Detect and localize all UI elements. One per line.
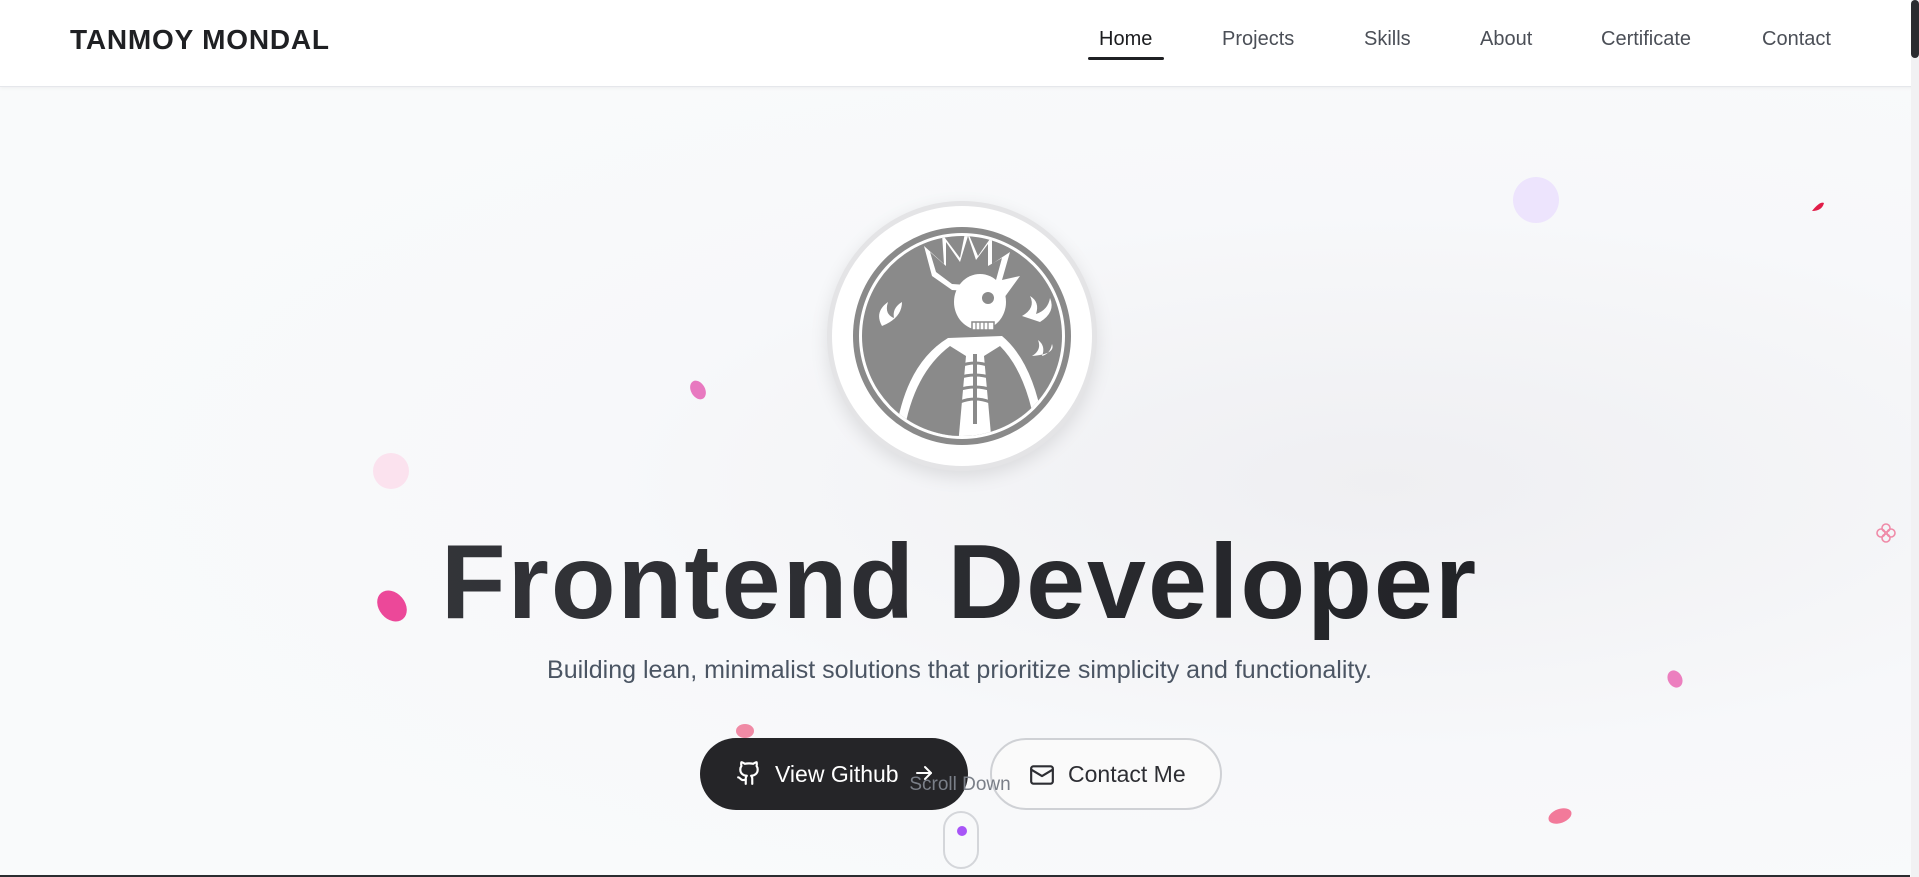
petal (1548, 808, 1572, 824)
nav-item-certificate[interactable]: Certificate (1601, 28, 1691, 60)
page-scrollbar[interactable] (1911, 0, 1919, 877)
petal (690, 380, 706, 400)
nav-item-projects[interactable]: Projects (1222, 28, 1294, 60)
scroll-mouse-icon[interactable] (943, 811, 979, 869)
petal (736, 724, 754, 738)
scroll-dot (957, 826, 967, 836)
contact-me-label: Contact Me (1068, 761, 1186, 787)
bubble-pink (373, 453, 409, 489)
bubble-purple (1513, 177, 1559, 223)
scrollbar-thumb[interactable] (1911, 0, 1919, 58)
nav-item-skills[interactable]: Skills (1364, 28, 1411, 60)
brand-logo[interactable]: TANMOY MONDAL (70, 24, 330, 56)
nav-item-contact[interactable]: Contact (1762, 28, 1831, 60)
github-icon (737, 761, 759, 785)
nav-item-home[interactable]: Home (1099, 28, 1152, 60)
petal (1812, 202, 1824, 211)
hero-tagline: Building lean, minimalist solutions that… (547, 656, 1372, 684)
page: TANMOY MONDAL Home Projects Skills About… (0, 0, 1919, 877)
skeleton-samurai-icon (853, 227, 1071, 445)
hero-headline: Frontend Developer (0, 522, 1919, 643)
navbar: TANMOY MONDAL Home Projects Skills About… (0, 0, 1919, 87)
scroll-down-hint: Scroll Down (909, 774, 1011, 795)
profile-avatar (827, 201, 1097, 471)
nav-item-about[interactable]: About (1480, 28, 1532, 60)
nav-active-indicator (1088, 57, 1164, 60)
